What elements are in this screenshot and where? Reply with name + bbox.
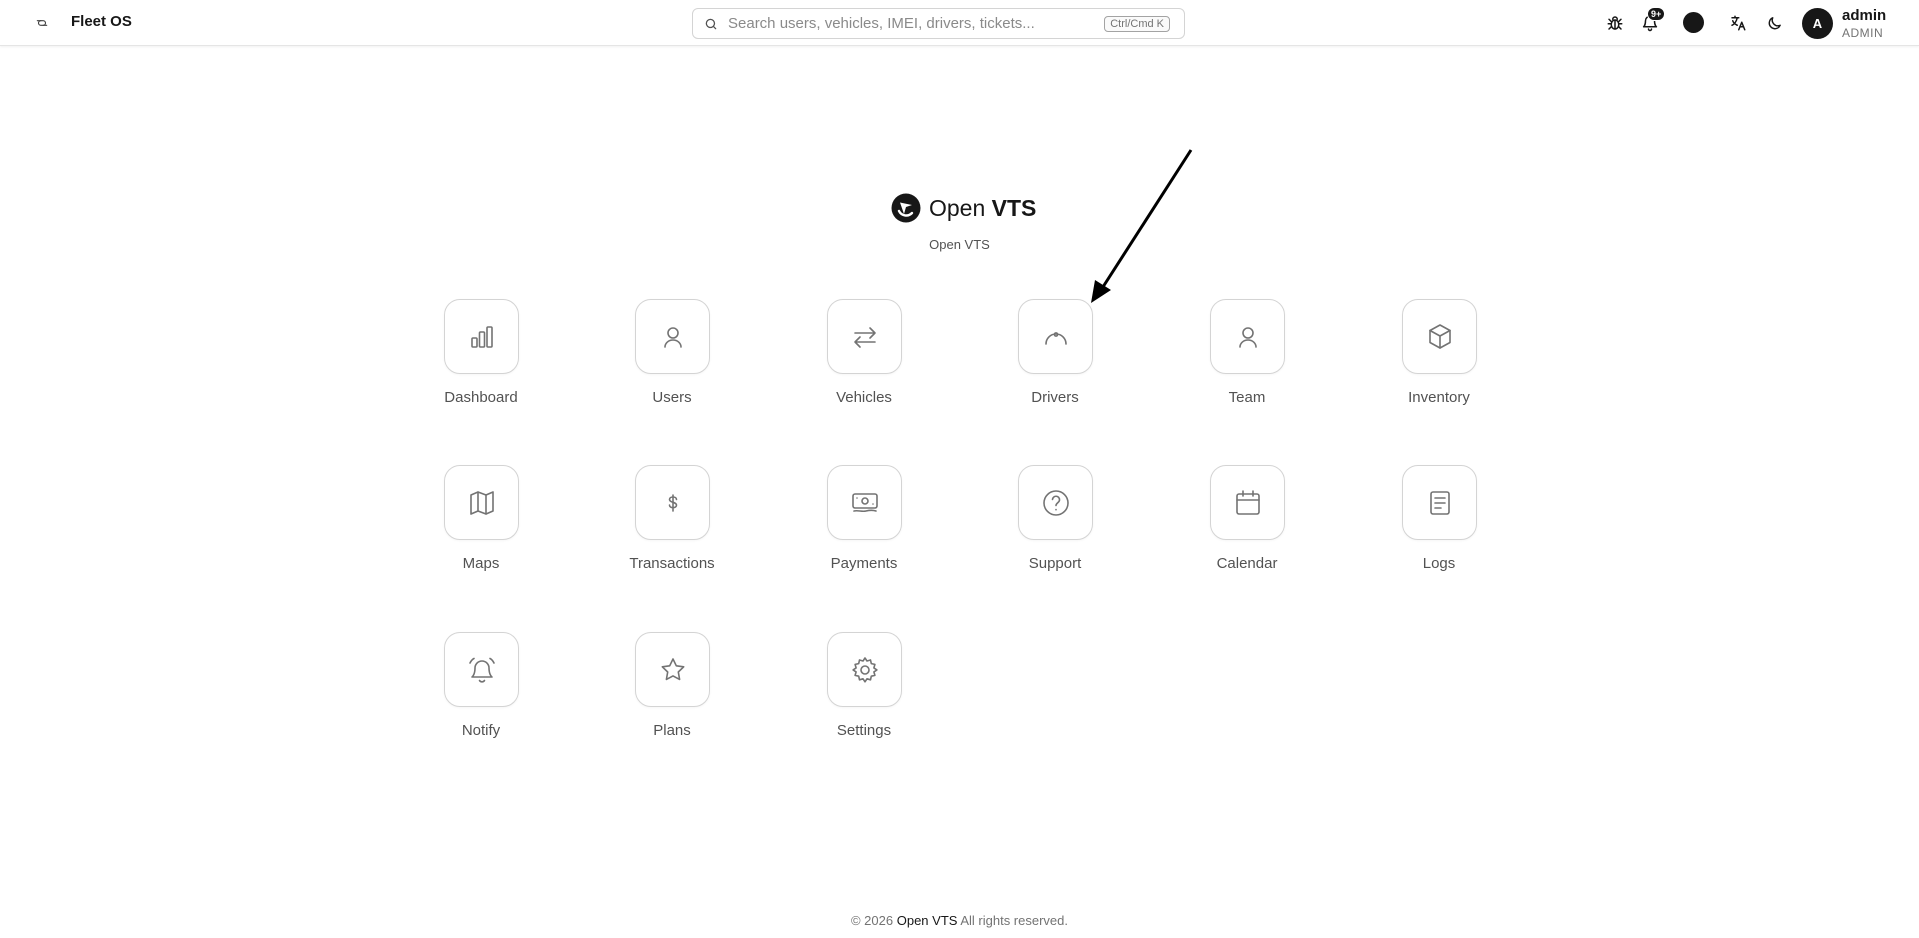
tile-label: Plans: [653, 722, 691, 739]
help-circle-icon: [1042, 489, 1069, 516]
tile-label: Transactions: [629, 555, 715, 572]
tile-label: Drivers: [1031, 389, 1079, 406]
tile-transactions-box[interactable]: [635, 465, 710, 540]
footer: © 2026 Open VTS All rights reserved.: [0, 913, 1919, 928]
tile-team[interactable]: Team: [1192, 299, 1302, 419]
user-name[interactable]: admin: [1842, 7, 1886, 24]
tile-support[interactable]: Support: [1000, 465, 1110, 585]
team-icon: [1238, 326, 1257, 348]
bell-ring-icon: [468, 657, 495, 683]
calendar-icon: [1235, 489, 1260, 515]
tile-vehicles-box[interactable]: [827, 299, 902, 374]
tile-users[interactable]: Users: [617, 299, 727, 419]
avatar[interactable]: A: [1802, 8, 1833, 39]
search-shortcut-hint: Ctrl/Cmd K: [1104, 15, 1170, 32]
user-role: ADMIN: [1842, 26, 1884, 40]
brand-subtitle: Open VTS: [929, 237, 990, 252]
tile-notify-box[interactable]: [444, 632, 519, 707]
tile-support-box[interactable]: [1018, 465, 1093, 540]
language-button[interactable]: [1726, 11, 1750, 35]
search-input[interactable]: Search users, vehicles, IMEI, drivers, t…: [728, 15, 1104, 32]
theme-color-icon[interactable]: [1683, 12, 1704, 33]
tile-label: Vehicles: [836, 389, 892, 406]
star-icon: [661, 657, 684, 680]
tile-settings[interactable]: Settings: [809, 632, 919, 752]
tile-notify[interactable]: Notify: [426, 632, 536, 752]
tile-plans[interactable]: Plans: [617, 632, 727, 752]
tile-calendar-box[interactable]: [1210, 465, 1285, 540]
tile-transactions[interactable]: Transactions: [617, 465, 727, 585]
tile-label: Logs: [1422, 555, 1456, 572]
dollar-icon: [668, 493, 677, 512]
gear-icon: [851, 656, 878, 683]
bug-icon: [1607, 16, 1623, 30]
annotation-arrow: [1091, 149, 1193, 303]
tile-maps-box[interactable]: [444, 465, 519, 540]
tile-label: Payments: [830, 555, 898, 572]
footer-brand-link[interactable]: Open VTS: [897, 913, 958, 928]
tile-label: Support: [1028, 555, 1082, 572]
dark-mode-toggle[interactable]: [1762, 11, 1786, 35]
app-title[interactable]: Fleet OS: [71, 13, 132, 30]
bug-report-button[interactable]: [1603, 11, 1627, 35]
tile-drivers[interactable]: Drivers: [1000, 299, 1110, 419]
tile-label: Calendar: [1216, 555, 1278, 572]
map-icon: [469, 490, 494, 515]
tile-label: Maps: [462, 555, 500, 572]
tile-team-box[interactable]: [1210, 299, 1285, 374]
tile-label: Team: [1228, 389, 1266, 406]
tile-plans-box[interactable]: [635, 632, 710, 707]
sidebar-toggle-icon[interactable]: [30, 11, 54, 35]
tile-payments-box[interactable]: [827, 465, 902, 540]
document-icon: [1429, 490, 1450, 515]
tile-label: Dashboard: [444, 389, 518, 406]
brand-heading: Open VTS: [891, 192, 1036, 224]
moon-icon: [1768, 16, 1781, 29]
tile-dashboard-box[interactable]: [444, 299, 519, 374]
bar-chart-icon: [470, 325, 493, 348]
steering-icon: [1044, 331, 1067, 345]
search-icon: [704, 17, 718, 31]
tile-logs[interactable]: Logs: [1384, 465, 1494, 585]
translate-icon: [1731, 15, 1746, 31]
footer-rights: All rights reserved.: [960, 913, 1068, 928]
box-icon: [1428, 323, 1451, 349]
tile-users-box[interactable]: [635, 299, 710, 374]
tile-logs-box[interactable]: [1402, 465, 1477, 540]
brand-logo-icon: [891, 193, 921, 223]
tile-inventory[interactable]: Inventory: [1384, 299, 1494, 419]
brand-name: Open VTS: [929, 195, 1036, 222]
brand-name-prefix: Open: [929, 194, 992, 221]
tile-label: Users: [652, 389, 692, 406]
tile-calendar[interactable]: Calendar: [1192, 465, 1302, 585]
tile-dashboard[interactable]: Dashboard: [426, 299, 536, 419]
tile-inventory-box[interactable]: [1402, 299, 1477, 374]
tile-vehicles[interactable]: Vehicles: [809, 299, 919, 419]
tile-label: Inventory: [1408, 389, 1470, 406]
brand-name-bold: VTS: [991, 194, 1037, 221]
arrows-left-right-icon: [853, 326, 876, 348]
footer-copyright: © 2026: [850, 913, 894, 928]
tile-label: Notify: [461, 722, 501, 739]
notification-count-badge: 9+: [1647, 7, 1666, 21]
tile-drivers-box[interactable]: [1018, 299, 1093, 374]
top-bar: Fleet OS Search users, vehicles, IMEI, d…: [0, 0, 1919, 46]
tile-settings-box[interactable]: [827, 632, 902, 707]
user-icon: [663, 326, 682, 348]
global-search[interactable]: Search users, vehicles, IMEI, drivers, t…: [692, 8, 1185, 39]
tile-maps[interactable]: Maps: [426, 465, 536, 585]
tile-payments[interactable]: Payments: [809, 465, 919, 585]
tile-label: Settings: [836, 722, 892, 739]
banknote-icon: [851, 492, 878, 512]
